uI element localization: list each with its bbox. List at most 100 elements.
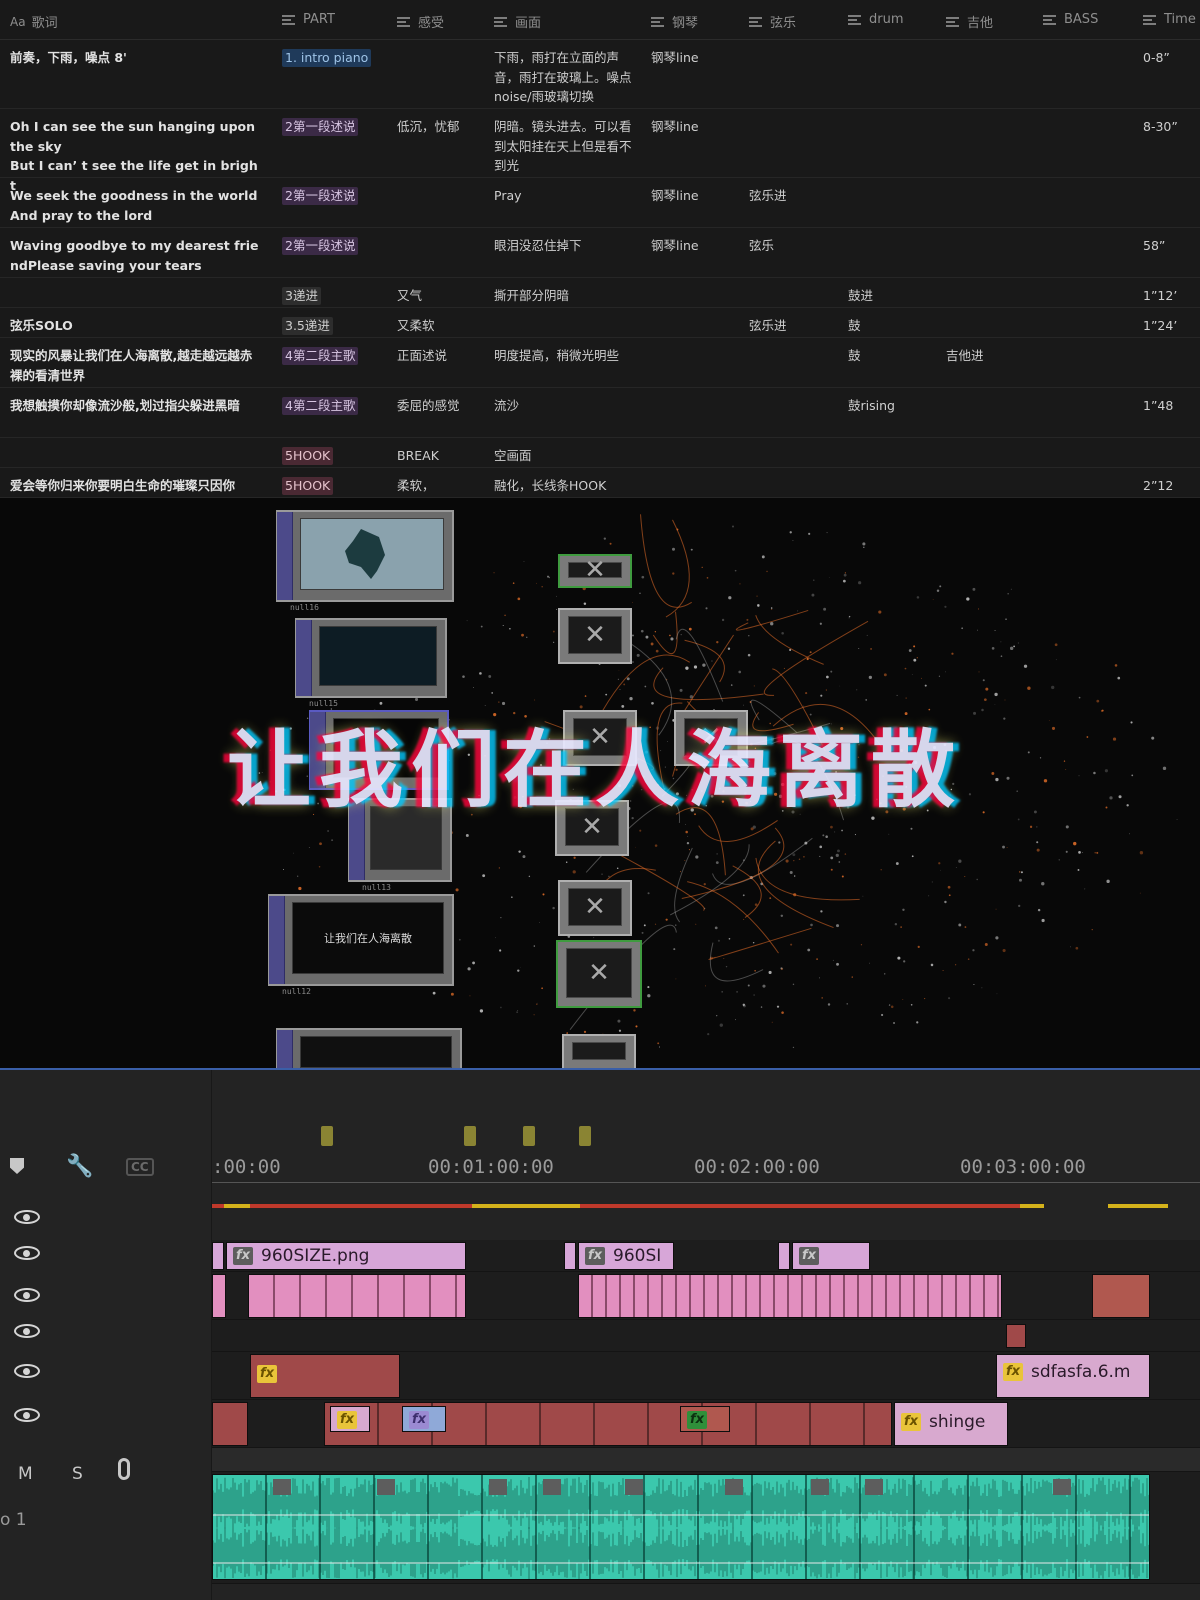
fx-node[interactable]: ✕ (556, 940, 642, 1008)
fx-node[interactable]: ✕ (558, 554, 632, 588)
image-node[interactable]: null16 (276, 510, 454, 612)
eye-icon[interactable] (14, 1408, 40, 1422)
clip[interactable]: fx shinge (894, 1402, 1008, 1446)
marker-icon[interactable] (10, 1158, 24, 1174)
node-canvas[interactable]: null16 null15 null13 让我们在人海离散 null12 ✕ ✕… (0, 498, 1200, 1070)
particle (735, 1019, 737, 1021)
audio-track[interactable] (212, 1472, 1200, 1584)
table-row[interactable]: 前奏，下雨，噪点 8' 1. intro piano 下雨，雨打在立面的声音，雨打在… (0, 40, 1200, 109)
clip[interactable]: fx 960SI (578, 1242, 674, 1270)
time-ruler[interactable]: :00:00 00:01:00:00 00:02:00:00 00:03:00:… (212, 1070, 1200, 1208)
wrench-icon[interactable]: 🔧 (66, 1154, 93, 1179)
audio-clip[interactable] (212, 1474, 1150, 1580)
marker[interactable] (579, 1126, 591, 1146)
cell-text: 低沉，忧郁 (397, 119, 460, 134)
column-header-scene[interactable]: 画面 (494, 12, 541, 31)
table-row[interactable]: Waving goodbye to my dearest friendPleas… (0, 228, 1200, 278)
fx-node[interactable]: ✕ (558, 880, 632, 936)
particle (1018, 904, 1021, 908)
particle (639, 592, 641, 594)
clip[interactable]: fx (680, 1406, 730, 1432)
column-header-bass[interactable]: BASS (1043, 12, 1098, 27)
column-header-strings[interactable]: 弦乐 (749, 12, 796, 31)
clip[interactable]: fx (402, 1406, 446, 1432)
mute-button[interactable]: M (18, 1464, 33, 1484)
column-header-time[interactable]: Time (1143, 12, 1196, 27)
column-header-drum[interactable]: drum (848, 12, 904, 27)
table-row[interactable]: We seek the goodness in the world And pr… (0, 178, 1200, 228)
column-header-piano[interactable]: 钢琴 (651, 12, 698, 31)
table-row[interactable]: 我想触摸你却像流沙般,划过指尖躲进黑暗 4第二段主歌 委屈的感觉 流沙 鼓rising 1… (0, 388, 1200, 438)
fx-node[interactable] (562, 1034, 636, 1070)
clip[interactable] (778, 1242, 790, 1270)
particle (415, 697, 419, 701)
particle (1091, 929, 1093, 931)
video-track[interactable]: fx fx fx fx shinge (212, 1400, 1200, 1448)
clip[interactable]: fx sdfasfa.6.m (996, 1354, 1150, 1398)
clip[interactable] (248, 1274, 466, 1318)
column-header-part[interactable]: PART (282, 12, 335, 27)
eye-icon[interactable] (14, 1210, 40, 1224)
clip[interactable] (212, 1274, 226, 1318)
fx-node[interactable]: ✕ (558, 608, 632, 664)
column-header-lyrics[interactable]: Aa 歌词 (10, 12, 58, 32)
particle (331, 839, 334, 842)
particle (641, 575, 645, 579)
table-cell-lyric: Waving goodbye to my dearest friendPleas… (10, 236, 260, 275)
cell-text: 柔软， (397, 478, 435, 493)
particle (858, 648, 860, 649)
particle (1017, 642, 1019, 644)
cell-text: 4第二段主歌 (282, 347, 359, 365)
table-row[interactable]: 爱会等你归来你要明白生命的璀璨只因你 5HOOK 柔软， 融化，长线条HOOK 2”12 (0, 468, 1200, 498)
particle (536, 1002, 538, 1004)
particle (977, 629, 978, 631)
column-header-guitar[interactable]: 吉他 (946, 12, 993, 31)
table-row[interactable]: 弦乐SOLO 3.5递进 又柔软 弦乐进 鼓 1”24’ (0, 308, 1200, 338)
particle (1041, 882, 1045, 886)
table-row[interactable]: 现实的风暴让我们在人海离散,越走越远越赤裸的看清世界 4第二段主歌 正面述说 明度提高… (0, 338, 1200, 388)
clip[interactable] (1092, 1274, 1150, 1318)
eye-icon[interactable] (14, 1364, 40, 1378)
table-row[interactable]: 5HOOK BREAK 空画面 (0, 438, 1200, 468)
eye-icon[interactable] (14, 1324, 40, 1338)
image-node[interactable]: 让我们在人海离散 null12 (268, 894, 454, 996)
cell-text: 2第一段述说 (282, 187, 359, 205)
map-shape-icon (345, 529, 385, 579)
particle (819, 855, 821, 857)
particle (583, 1030, 587, 1034)
table-row[interactable]: 3递进 又气 撕开部分阴暗 鼓进 1”12’ (0, 278, 1200, 308)
particle (500, 1006, 502, 1009)
marker[interactable] (464, 1126, 476, 1146)
particle (1096, 699, 1100, 703)
clip[interactable] (1006, 1324, 1026, 1348)
column-header-feel[interactable]: 感受 (397, 12, 444, 31)
clip[interactable] (578, 1274, 1002, 1318)
particle (890, 1005, 894, 1009)
particle (736, 991, 738, 993)
eye-icon[interactable] (14, 1246, 40, 1260)
solo-button[interactable]: S (72, 1464, 83, 1484)
particle (792, 983, 795, 986)
video-track[interactable] (212, 1272, 1200, 1320)
clip[interactable]: fx (250, 1354, 400, 1398)
video-track[interactable]: fx fx sdfasfa.6.m (212, 1352, 1200, 1400)
clip[interactable] (212, 1402, 248, 1446)
clip[interactable]: fx (330, 1406, 370, 1432)
table-row[interactable]: Oh I can see the sun hanging upon the sk… (0, 109, 1200, 193)
list-icon (494, 16, 507, 27)
marker[interactable] (523, 1126, 535, 1146)
video-track[interactable]: fx 960SIZE.png fx 960SI fx (212, 1240, 1200, 1272)
particle (994, 629, 996, 631)
microphone-icon[interactable] (118, 1458, 130, 1480)
eye-icon[interactable] (14, 1288, 40, 1302)
video-track[interactable] (212, 1320, 1200, 1352)
captions-button[interactable]: CC (126, 1158, 154, 1176)
image-node[interactable] (276, 1028, 462, 1070)
clip[interactable] (212, 1242, 224, 1270)
marker[interactable] (321, 1126, 333, 1146)
cell-text: 5HOOK (282, 447, 334, 465)
image-node[interactable]: null15 (295, 618, 447, 708)
clip[interactable] (564, 1242, 576, 1270)
clip[interactable]: fx (792, 1242, 870, 1270)
clip[interactable]: fx 960SIZE.png (226, 1242, 466, 1270)
